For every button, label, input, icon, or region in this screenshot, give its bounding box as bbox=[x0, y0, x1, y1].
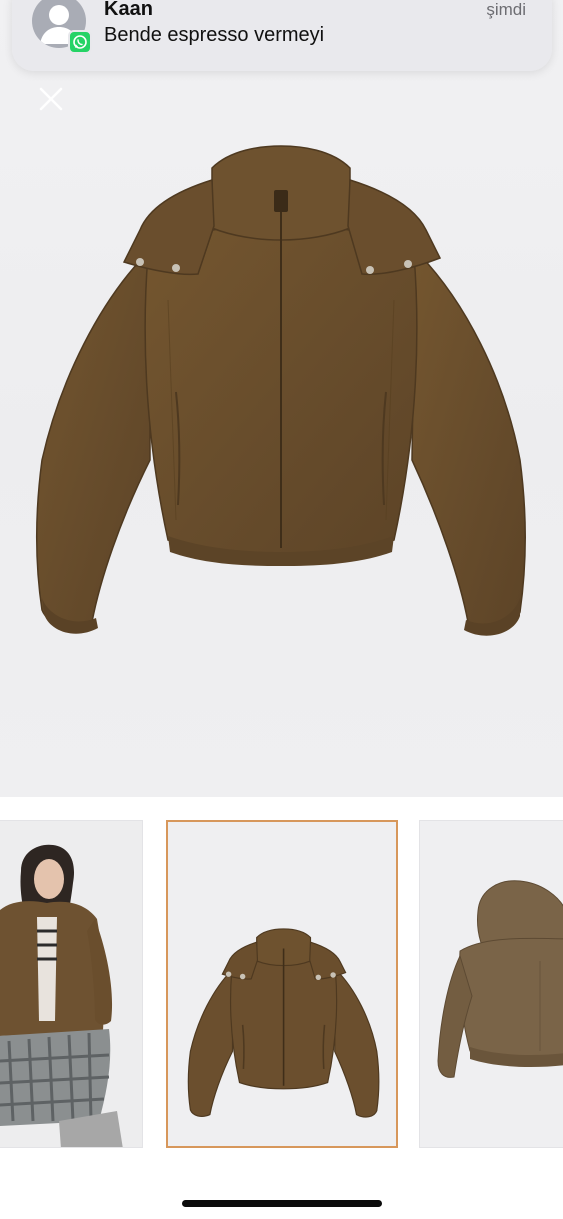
main-product-image[interactable] bbox=[0, 0, 563, 797]
home-indicator[interactable] bbox=[182, 1200, 382, 1207]
notification-sender: Kaan bbox=[104, 0, 153, 20]
thumbnail-jacket-front[interactable] bbox=[166, 820, 398, 1148]
whatsapp-icon bbox=[68, 30, 92, 54]
thumbnail-gallery bbox=[0, 820, 563, 1148]
close-button[interactable] bbox=[38, 86, 70, 118]
jacket-front-illustration bbox=[35, 145, 527, 636]
jacket-front bbox=[168, 822, 396, 1146]
notification-time: şimdi bbox=[486, 0, 526, 19]
thumbnail-model[interactable] bbox=[0, 820, 143, 1148]
model-wearing-jacket bbox=[0, 821, 142, 1147]
notification-message: Bende espresso vermeyi bbox=[104, 24, 325, 46]
thumbnail-jacket-back[interactable] bbox=[419, 820, 563, 1148]
whatsapp-notification-banner[interactable]: Kaan Bende espresso vermeyi şimdi bbox=[12, 0, 552, 71]
close-icon bbox=[39, 87, 63, 111]
jacket-back bbox=[420, 821, 563, 1147]
